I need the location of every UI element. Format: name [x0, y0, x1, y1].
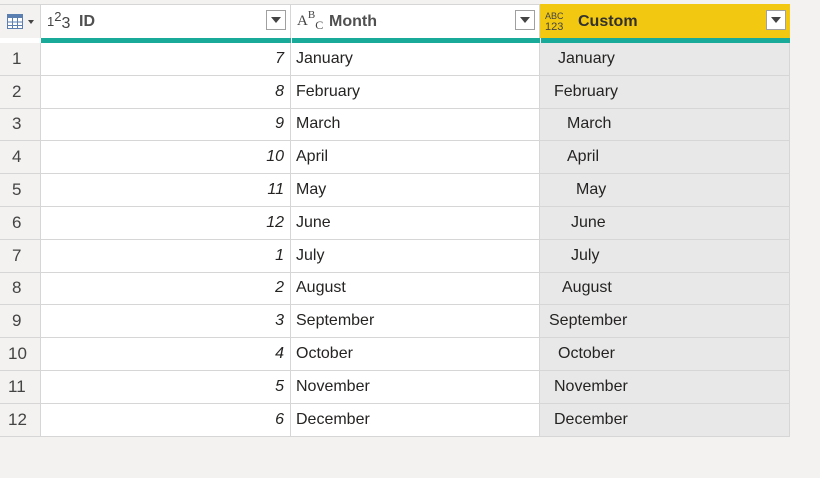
- table-row: 10 4 October October: [0, 338, 790, 371]
- cell-id[interactable]: 4: [41, 338, 291, 371]
- cell-month[interactable]: July: [291, 239, 540, 273]
- cell-custom[interactable]: April: [540, 141, 790, 175]
- column-header-custom[interactable]: ABC 123 Custom: [540, 4, 790, 38]
- cell-month[interactable]: February: [291, 75, 540, 109]
- cell-custom[interactable]: August: [540, 272, 790, 306]
- table-row: 4 10 April April: [0, 141, 790, 175]
- cell-month[interactable]: December: [291, 403, 540, 437]
- cell-id[interactable]: 3: [41, 305, 291, 339]
- cell-id[interactable]: 1: [41, 239, 291, 273]
- filter-dropdown-button[interactable]: [766, 10, 786, 30]
- table-row: 3 9 March March: [0, 108, 790, 142]
- cell-id[interactable]: 7: [41, 43, 291, 76]
- cell-month[interactable]: June: [291, 206, 540, 240]
- header-row: 123 ID ABC Month ABC 123 Custom: [0, 4, 790, 38]
- cell-custom[interactable]: January: [540, 43, 790, 76]
- row-number: 7: [0, 239, 41, 273]
- cell-month[interactable]: April: [291, 141, 540, 175]
- filter-dropdown-button[interactable]: [266, 10, 286, 30]
- table-row: 7 1 July July: [0, 239, 790, 273]
- row-number: 9: [0, 305, 41, 339]
- cell-custom[interactable]: September: [540, 305, 790, 339]
- cell-month[interactable]: September: [291, 305, 540, 339]
- row-number: 4: [0, 141, 41, 175]
- table-row: 8 2 August August: [0, 272, 790, 306]
- row-number: 3: [0, 108, 41, 142]
- chevron-down-icon: [520, 17, 530, 23]
- table-row: 6 12 June June: [0, 206, 790, 240]
- cell-month[interactable]: March: [291, 108, 540, 142]
- cell-custom[interactable]: February: [540, 75, 790, 109]
- cell-id[interactable]: 8: [41, 75, 291, 109]
- chevron-down-icon: [27, 19, 34, 24]
- row-number: 5: [0, 174, 41, 207]
- any-type-icon[interactable]: ABC 123: [545, 11, 571, 33]
- column-header-id[interactable]: 123 ID: [41, 4, 291, 38]
- row-number: 6: [0, 206, 41, 240]
- cell-id[interactable]: 10: [41, 141, 291, 175]
- table-row: 2 8 February February: [0, 75, 790, 109]
- table-icon: [6, 13, 27, 30]
- table-body: 1 7 January January 2 8 February February 3 9 Marc…: [0, 43, 790, 437]
- table-row: 11 5 November November: [0, 370, 790, 404]
- cell-id[interactable]: 11: [41, 174, 291, 207]
- data-grid: 123 ID ABC Month ABC 123 Custom 1 7 Janu…: [0, 4, 790, 437]
- cell-month[interactable]: November: [291, 370, 540, 404]
- cell-id[interactable]: 6: [41, 403, 291, 437]
- chevron-down-icon: [271, 17, 281, 23]
- table-row: 5 11 May May: [0, 174, 790, 207]
- cell-custom[interactable]: October: [540, 338, 790, 371]
- cell-month[interactable]: August: [291, 272, 540, 306]
- cell-custom[interactable]: March: [540, 108, 790, 142]
- table-row: 1 7 January January: [0, 43, 790, 76]
- row-number: 1: [0, 43, 41, 76]
- cell-month[interactable]: May: [291, 174, 540, 207]
- filter-dropdown-button[interactable]: [515, 10, 535, 30]
- number-type-icon[interactable]: 123: [47, 10, 71, 31]
- row-number: 2: [0, 75, 41, 109]
- column-name: ID: [79, 12, 95, 30]
- cell-custom[interactable]: December: [540, 403, 790, 437]
- cell-id[interactable]: 5: [41, 370, 291, 404]
- row-number: 12: [0, 403, 41, 437]
- row-number: 11: [0, 370, 41, 404]
- row-number: 10: [0, 338, 41, 371]
- column-name: Custom: [578, 12, 638, 30]
- text-type-icon[interactable]: ABC: [297, 10, 323, 31]
- cell-custom[interactable]: July: [540, 239, 790, 273]
- cell-id[interactable]: 2: [41, 272, 291, 306]
- table-row: 12 6 December December: [0, 403, 790, 437]
- column-header-month[interactable]: ABC Month: [291, 4, 540, 38]
- table-menu-button[interactable]: [0, 4, 41, 38]
- cell-custom[interactable]: May: [540, 174, 790, 207]
- cell-id[interactable]: 9: [41, 108, 291, 142]
- table-row: 9 3 September September: [0, 305, 790, 339]
- cell-custom[interactable]: November: [540, 370, 790, 404]
- cell-custom[interactable]: June: [540, 206, 790, 240]
- cell-id[interactable]: 12: [41, 206, 291, 240]
- row-number: 8: [0, 272, 41, 306]
- column-name: Month: [329, 12, 377, 30]
- cell-month[interactable]: January: [291, 43, 540, 76]
- cell-month[interactable]: October: [291, 338, 540, 371]
- chevron-down-icon: [771, 17, 781, 23]
